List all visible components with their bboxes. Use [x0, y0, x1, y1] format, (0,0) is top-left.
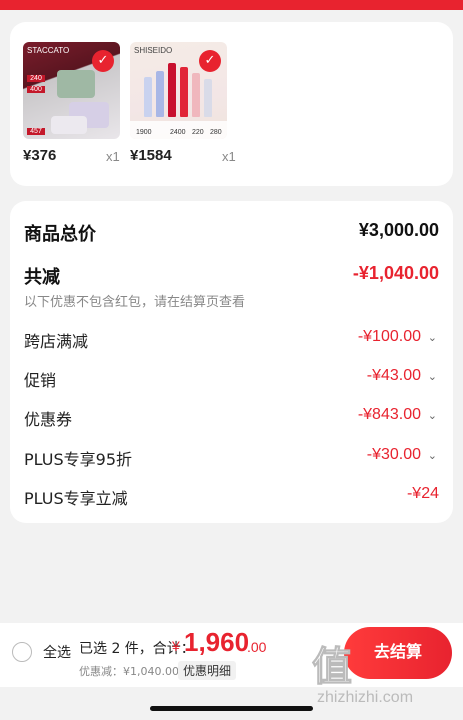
checkout-button[interactable]: 去结算 [344, 627, 452, 679]
total-currency: ¥ [172, 638, 180, 654]
brand-label: SHISEIDO [134, 46, 173, 55]
total-reduce-row: 共减 -¥1,040.00 [24, 263, 439, 288]
goods-total-row: 商品总价 ¥3,000.00 [24, 220, 439, 245]
product-quantity: x1 [106, 149, 120, 164]
bottle-image [192, 73, 200, 117]
checkout-bar: 全选 已选 2 件，合计： ¥ 1,960 .00 优惠减：¥1,040.00 … [0, 623, 463, 687]
home-indicator [150, 706, 313, 711]
discount-value: -¥843.00 [357, 406, 421, 423]
brand-label: STACCATO [27, 46, 70, 55]
select-all-radio[interactable] [12, 642, 32, 662]
bottle-image [168, 63, 176, 117]
product-price: ¥1584 [130, 147, 172, 164]
price-tag: 280 [210, 129, 222, 136]
discount-value: -¥100.00 [357, 328, 421, 345]
product-quantity: x1 [222, 149, 236, 164]
discount-row[interactable]: 促销 -¥43.00 ⌄ [24, 367, 439, 390]
price-tag: 220 [192, 129, 204, 136]
discount-row: PLUS专享立减 -¥24 [24, 485, 439, 508]
price-tag: 1900 [136, 129, 152, 136]
bottle-image [180, 67, 188, 117]
goods-total-label: 商品总价 [24, 224, 96, 245]
check-icon: ✓ [199, 50, 221, 72]
discount-row[interactable]: 跨店满减 -¥100.00 ⌄ [24, 328, 439, 351]
total-amount: 1,960 [184, 627, 250, 657]
bottle-image [204, 79, 212, 117]
chevron-down-icon[interactable]: ⌄ [428, 409, 437, 422]
total-reduce-label: 共减 [24, 267, 60, 288]
chevron-down-icon[interactable]: ⌄ [428, 370, 437, 383]
price-summary-card: 商品总价 ¥3,000.00 共减 -¥1,040.00 以下优惠不包含红包，请… [10, 201, 453, 523]
reduce-note: 以下优惠不包含红包，请在结算页查看 [24, 295, 246, 310]
discount-value: -¥43.00 [366, 367, 421, 384]
bag-image [51, 116, 87, 134]
discount-label: PLUS专享立减 [24, 489, 128, 508]
discount-detail-link[interactable]: 优惠明细 [178, 661, 237, 680]
bag-image [57, 70, 95, 98]
discount-value: -¥30.00 [366, 446, 421, 463]
bottle-image [144, 77, 152, 117]
product-thumbnail[interactable]: SHISEIDO ✓ 1900 2400 220 280 [130, 42, 227, 139]
price-tag: 400 [27, 86, 45, 93]
chevron-down-icon[interactable]: ⌄ [428, 331, 437, 344]
goods-total-value: ¥3,000.00 [358, 220, 439, 240]
select-all-label[interactable]: 全选 [43, 642, 71, 662]
discount-value: -¥24 [406, 485, 439, 502]
discount-label: 促销 [24, 371, 57, 390]
top-accent-bar [0, 0, 463, 10]
discount-summary-text: 优惠减：¥1,040.00 [79, 665, 179, 678]
discount-label: 跨店满减 [24, 332, 89, 351]
discount-label: 优惠券 [24, 410, 73, 429]
product-price: ¥376 [23, 147, 57, 164]
bottle-image [156, 71, 164, 117]
check-icon: ✓ [92, 50, 114, 72]
product-card: STACCATO ✓ 240 400 457 ¥376 x1 SHISEIDO … [10, 22, 453, 186]
total-decimal: .00 [247, 639, 267, 655]
total-reduce-value: -¥1,040.00 [352, 263, 439, 283]
discount-label: PLUS专享95折 [24, 450, 132, 469]
product-thumbnail[interactable]: STACCATO ✓ 240 400 457 [23, 42, 120, 139]
watermark-logo: 值 [312, 644, 353, 691]
discount-row[interactable]: PLUS专享95折 -¥30.00 ⌄ [24, 446, 439, 469]
reduce-note-row: 以下优惠不包含红包，请在结算页查看 [24, 291, 439, 310]
watermark-url: zhizhizhi.com [317, 689, 414, 706]
price-tag: 240 [27, 75, 45, 82]
price-tag: 2400 [170, 129, 186, 136]
discount-row[interactable]: 优惠券 -¥843.00 ⌄ [24, 406, 439, 429]
product-item-2[interactable]: SHISEIDO ✓ 1900 2400 220 280 ¥1584 x1 [130, 42, 236, 164]
product-item-1[interactable]: STACCATO ✓ 240 400 457 ¥376 x1 [23, 42, 120, 164]
chevron-down-icon[interactable]: ⌄ [428, 449, 437, 462]
price-tag: 457 [27, 128, 45, 135]
